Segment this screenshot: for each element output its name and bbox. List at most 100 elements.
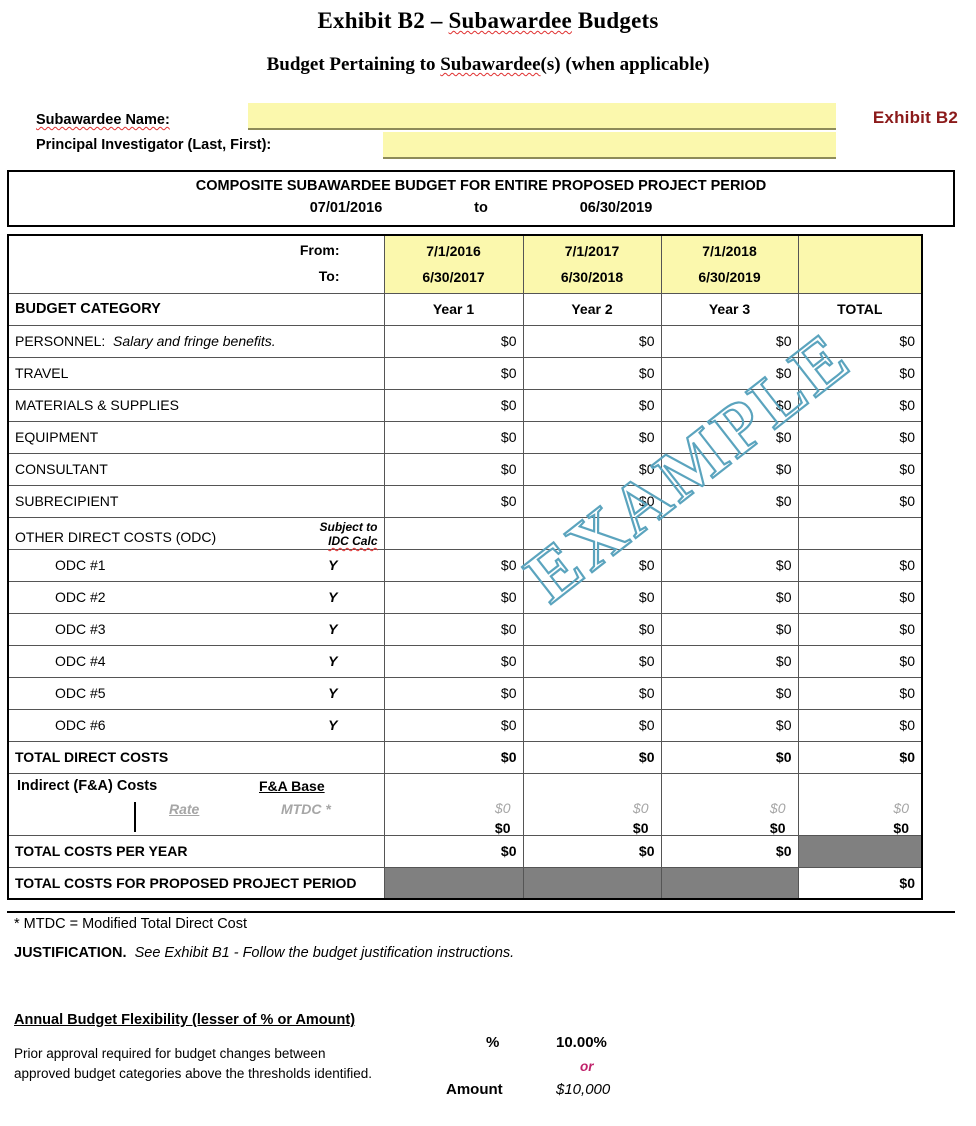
table-header-dates-row: From: To: 7/1/2016 6/30/2017 7/1/2017 6/… [7,234,923,294]
year2-header: Year 2 [522,292,662,326]
odc-1-year3[interactable]: $0 [660,548,799,582]
odc-4-idc-flag[interactable]: Y [328,653,377,669]
composite-budget-header-box: COMPOSITE SUBAWARDEE BUDGET FOR ENTIRE P… [7,170,955,227]
flexibility-percent-label: % [486,1034,500,1051]
personnel-year2[interactable]: $0 [522,324,662,358]
subrecipient-year1[interactable]: $0 [383,484,524,518]
row-label-odc-header: Subject to IDC Calc OTHER DIRECT COSTS (… [7,516,385,550]
odc-2-label[interactable]: ODC #2 [55,589,106,605]
total-costs-project-period-row: TOTAL COSTS FOR PROPOSED PROJECT PERIOD … [7,866,923,900]
materials-year3[interactable]: $0 [660,388,799,422]
odc-header-total [797,516,923,550]
odc-1-total: $0 [797,548,923,582]
odc-3-label[interactable]: ODC #3 [55,621,106,637]
materials-year2[interactable]: $0 [522,388,662,422]
subawardee-name-input[interactable] [248,103,836,130]
odc-6-year2[interactable]: $0 [522,708,662,742]
total-direct-costs-row: TOTAL DIRECT COSTS $0 $0 $0 $0 [7,740,923,774]
consultant-year1[interactable]: $0 [383,452,524,486]
principal-investigator-input[interactable] [383,132,836,159]
annual-budget-flexibility-title: Annual Budget Flexibility (lesser of % o… [14,1012,356,1028]
odc-4-year2[interactable]: $0 [522,644,662,678]
total-project-period-value: $0 [797,866,923,900]
travel-year2[interactable]: $0 [522,356,662,390]
composite-start-date: 07/01/2016 [309,200,383,216]
subrecipient-year3[interactable]: $0 [660,484,799,518]
odc-6-label[interactable]: ODC #6 [55,717,106,733]
odc-subject-line1: Subject to [319,520,378,534]
odc-6-total: $0 [797,708,923,742]
indirect-year2-faint: $0 [632,799,649,816]
odc-1-label[interactable]: ODC #1 [55,557,106,573]
total-project-period-label: TOTAL COSTS FOR PROPOSED PROJECT PERIOD [7,866,385,900]
indirect-total-faint: $0 [893,799,909,816]
odc-5-year1[interactable]: $0 [383,676,524,710]
fa-mtdc-value: MTDC * [281,800,331,817]
year2-to-date: 6/30/2018 [560,269,624,286]
odc-header-year2 [522,516,662,550]
odc-5-idc-flag[interactable]: Y [328,685,377,701]
table-row: EQUIPMENT $0 $0 $0 $0 [7,420,923,454]
odc-3-idc-flag[interactable]: Y [328,621,377,637]
materials-year1[interactable]: $0 [383,388,524,422]
odc-3-year3[interactable]: $0 [660,612,799,646]
total-project-blocked-year3 [660,866,799,900]
total-per-year-blocked-cell [797,834,923,868]
odc-3-year1[interactable]: $0 [383,612,524,646]
footer-divider [7,911,955,913]
odc-header-row: Subject to IDC Calc OTHER DIRECT COSTS (… [7,516,923,550]
flexibility-or-word: or [580,1059,594,1074]
consultant-year3[interactable]: $0 [660,452,799,486]
flexibility-amount-value[interactable]: $10,000 [556,1081,610,1098]
total-project-blocked-year2 [522,866,662,900]
equipment-year1[interactable]: $0 [383,420,524,454]
flexibility-percent-value[interactable]: 10.00% [556,1034,607,1051]
equipment-year3[interactable]: $0 [660,420,799,454]
odc-4-year1[interactable]: $0 [383,644,524,678]
odc-1-year1[interactable]: $0 [383,548,524,582]
exhibit-tag: Exhibit B2 [872,108,958,127]
odc-2-year1[interactable]: $0 [383,580,524,614]
odc-3-year2[interactable]: $0 [522,612,662,646]
odc-5-label[interactable]: ODC #5 [55,685,106,701]
subrecipient-year2[interactable]: $0 [522,484,662,518]
indirect-fa-costs-row: Indirect (F&A) Costs F&A Base Rate MTDC … [7,772,923,836]
odc-4-label[interactable]: ODC #4 [55,653,106,669]
fa-rate-input[interactable]: Rate [169,801,199,817]
travel-year3[interactable]: $0 [660,356,799,390]
odc-6-year3[interactable]: $0 [660,708,799,742]
page-title-suffix: Budgets [571,8,659,33]
materials-total: $0 [797,388,923,422]
odc-2-idc-flag[interactable]: Y [328,589,377,605]
consultant-year2[interactable]: $0 [522,452,662,486]
odc-6-idc-flag[interactable]: Y [328,717,377,733]
personnel-year3[interactable]: $0 [660,324,799,358]
odc-4-year3[interactable]: $0 [660,644,799,678]
to-label: To: [318,268,340,284]
table-row: MATERIALS & SUPPLIES $0 $0 $0 $0 [7,388,923,422]
budget-category-header: BUDGET CATEGORY [7,292,385,326]
total-costs-per-year-row: TOTAL COSTS PER YEAR $0 $0 $0 [7,834,923,868]
page-subtitle-prefix: Budget Pertaining to [266,54,441,75]
personnel-year1[interactable]: $0 [383,324,524,358]
composite-to-word: to [474,200,488,216]
indirect-year3-value: $0 [769,819,786,836]
odc-5-year2[interactable]: $0 [522,676,662,710]
odc-1-idc-flag[interactable]: Y [328,557,377,573]
total-costs-per-year-label: TOTAL COSTS PER YEAR [7,834,385,868]
odc-6-year1[interactable]: $0 [383,708,524,742]
from-to-labels-cell: From: To: [7,234,385,294]
total-per-year-year3: $0 [660,834,799,868]
odc-2-year3[interactable]: $0 [660,580,799,614]
travel-year1[interactable]: $0 [383,356,524,390]
fa-base-label: F&A Base [259,777,325,794]
equipment-total: $0 [797,420,923,454]
principal-investigator-label: Principal Investigator (Last, First): [36,137,272,153]
equipment-year2[interactable]: $0 [522,420,662,454]
total-direct-year3: $0 [660,740,799,774]
odc-2-year2[interactable]: $0 [522,580,662,614]
total-per-year-year1: $0 [383,834,524,868]
odc-1-year2[interactable]: $0 [522,548,662,582]
odc-5-year3[interactable]: $0 [660,676,799,710]
row-label-odc-4: Y ODC #4 [7,644,385,678]
